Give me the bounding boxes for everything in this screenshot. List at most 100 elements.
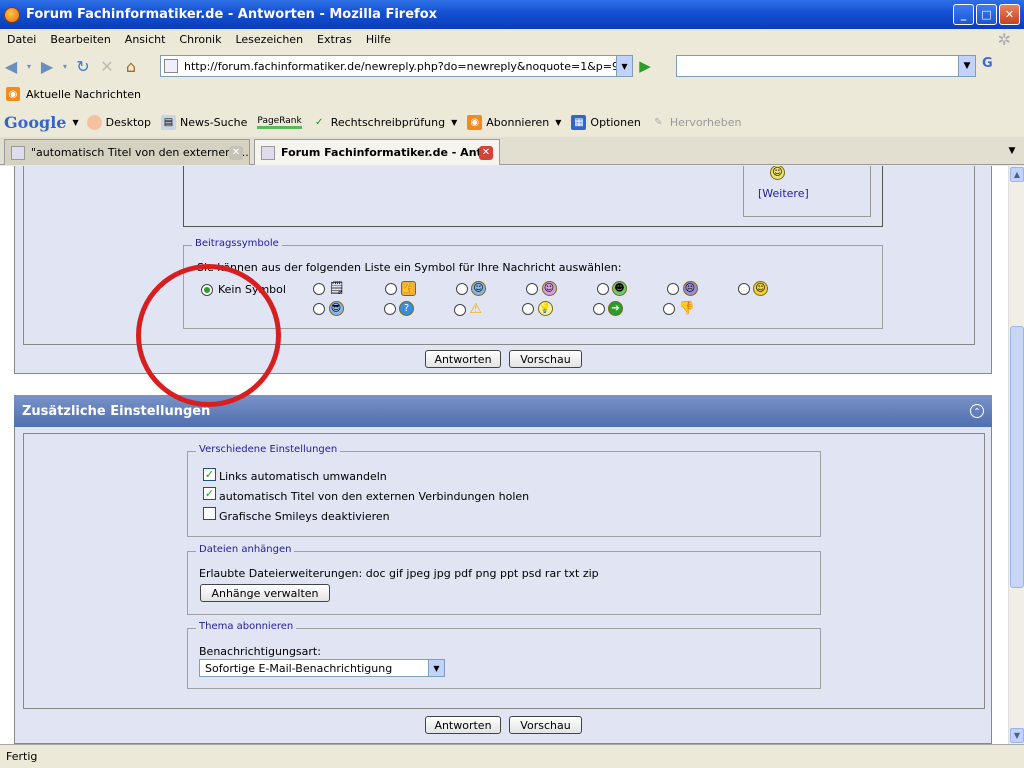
spellcheck-button[interactable]: ✓ Rechtschreibprüfung ▼ bbox=[312, 115, 457, 130]
menu-extras[interactable]: Extras bbox=[310, 33, 359, 46]
post-icons-fieldset: Beitragssymbole Sie können aus der folge… bbox=[183, 238, 883, 329]
post-icon-grin[interactable]: ☻ bbox=[596, 281, 628, 296]
google-dropdown-icon[interactable]: ▼ bbox=[72, 118, 78, 127]
post-icon-arrow[interactable]: ➔ bbox=[592, 301, 624, 317]
reload-icon[interactable]: ↻ bbox=[72, 55, 94, 77]
tab-forum-fachinformatiker[interactable]: Forum Fachinformatiker.de - Ant... ✕ bbox=[254, 139, 500, 165]
home-icon[interactable]: ⌂ bbox=[120, 55, 142, 77]
reply-button-bottom[interactable]: Antworten bbox=[425, 716, 501, 734]
post-icon-smile-purple[interactable]: ☺ bbox=[526, 281, 557, 296]
allowed-extensions: Erlaubte Dateierweiterungen: doc gif jpe… bbox=[199, 567, 599, 580]
post-icon-warning[interactable]: ⚠ bbox=[454, 301, 482, 317]
tab-automatisch-titel[interactable]: "automatisch Titel von den externen V...… bbox=[4, 139, 250, 165]
desktop-button[interactable]: Desktop bbox=[86, 114, 151, 130]
firefox-logo-icon bbox=[4, 6, 20, 23]
notification-type-select[interactable]: Sofortige E-Mail-Benachrichtigung ▼ bbox=[199, 659, 445, 677]
smilies-box: ☺ [Weitere] bbox=[743, 166, 871, 217]
post-icon-sad[interactable]: ☹ bbox=[667, 281, 698, 296]
label-links-auto: Links automatisch umwandeln bbox=[219, 470, 387, 483]
news-icon: ▤ bbox=[160, 114, 176, 130]
additional-settings-header: Zusätzliche Einstellungen ⌃ bbox=[14, 395, 992, 427]
subscribe-fieldset: Thema abonnieren Benachrichtigungsart: S… bbox=[187, 621, 821, 689]
options-button[interactable]: ▦ Optionen bbox=[571, 114, 641, 130]
misc-settings-fieldset: Verschiedene Einstellungen ✓ Links autom… bbox=[187, 444, 821, 537]
stop-icon[interactable]: ✕ bbox=[96, 55, 118, 77]
menu-chronik[interactable]: Chronik bbox=[172, 33, 228, 46]
chevron-down-icon[interactable]: ▼ bbox=[428, 660, 444, 676]
navigation-toolbar: ◀ ▾ ▶ ▾ ↻ ✕ ⌂ http://forum.fachinformati… bbox=[0, 52, 1024, 80]
forward-icon[interactable]: ▶ bbox=[36, 55, 58, 77]
menu-lesezeichen[interactable]: Lesezeichen bbox=[228, 33, 310, 46]
go-icon[interactable]: ▶ bbox=[634, 55, 656, 77]
collapse-icon[interactable]: ⌃ bbox=[970, 404, 984, 418]
preview-button-top[interactable]: Vorschau bbox=[509, 350, 582, 368]
search-input[interactable]: ▼ bbox=[676, 55, 976, 77]
attachments-legend: Dateien anhängen bbox=[196, 544, 295, 555]
scroll-thumb[interactable] bbox=[1010, 326, 1024, 588]
url-history-dropdown-icon[interactable]: ▼ bbox=[616, 55, 633, 77]
manage-attachments-button[interactable]: Anhänge verwalten bbox=[200, 584, 330, 602]
options-icon: ▦ bbox=[571, 114, 587, 130]
close-window-button[interactable]: ✕ bbox=[999, 4, 1020, 25]
post-icons-row-2: 😎 ? ⚠ 💡 ➔ 👎 bbox=[313, 301, 695, 317]
scroll-down-icon[interactable]: ▼ bbox=[1010, 728, 1024, 743]
menu-bar: Datei Bearbeiten Ansicht Chronik Lesezei… bbox=[0, 29, 1024, 49]
bookmarks-toolbar: ◉ Aktuelle Nachrichten bbox=[0, 83, 1024, 105]
radio-none[interactable] bbox=[201, 283, 213, 296]
forward-history-icon[interactable]: ▾ bbox=[60, 55, 70, 77]
tab-favicon-icon bbox=[11, 145, 25, 160]
vertical-scrollbar[interactable]: ▲ ▼ bbox=[1008, 166, 1024, 744]
subscribe-button[interactable]: ◉ Abonnieren ▼ bbox=[467, 114, 561, 130]
post-icon-happy[interactable]: ☺ bbox=[737, 281, 769, 296]
google-logo[interactable]: Google bbox=[4, 113, 66, 132]
preview-button-bottom[interactable]: Vorschau bbox=[509, 716, 582, 734]
menu-hilfe[interactable]: Hilfe bbox=[359, 33, 398, 46]
pagerank-indicator: PageRank bbox=[257, 116, 302, 129]
status-text: Fertig bbox=[6, 750, 38, 763]
back-history-icon[interactable]: ▾ bbox=[24, 55, 34, 77]
post-icon-question[interactable]: ? bbox=[383, 301, 414, 317]
google-toolbar: Google ▼ Desktop ▤ News-Suche PageRank ✓ R… bbox=[0, 109, 1024, 135]
reply-panel: ☺ [Weitere] Beitragssymbole Sie können a… bbox=[14, 166, 992, 374]
reply-button-top[interactable]: Antworten bbox=[425, 350, 501, 368]
highlight-button[interactable]: ✎ Hervorheben bbox=[651, 115, 741, 130]
post-icon-cool[interactable]: 😎 bbox=[313, 301, 344, 317]
desktop-icon bbox=[86, 114, 102, 130]
bookmark-aktuelle-nachrichten[interactable]: Aktuelle Nachrichten bbox=[26, 88, 141, 101]
scroll-up-icon[interactable]: ▲ bbox=[1010, 167, 1024, 182]
post-icon-wink[interactable]: ☺ bbox=[455, 281, 487, 296]
page-favicon-icon bbox=[164, 59, 178, 73]
url-bar[interactable]: http://forum.fachinformatiker.de/newrepl… bbox=[160, 55, 633, 77]
google-search-icon[interactable]: G bbox=[982, 56, 1012, 76]
spellcheck-icon: ✓ bbox=[315, 116, 324, 128]
close-tab-icon[interactable]: ✕ bbox=[229, 145, 243, 160]
maximize-button[interactable]: □ bbox=[976, 4, 997, 25]
smiley-icon[interactable]: ☺ bbox=[770, 166, 785, 180]
post-icon-thumbsup[interactable]: 👍 bbox=[385, 281, 416, 296]
post-icon-idea[interactable]: 💡 bbox=[522, 301, 553, 317]
back-icon[interactable]: ◀ bbox=[0, 55, 22, 77]
close-tab-icon[interactable]: ✕ bbox=[479, 145, 493, 160]
post-icon-none[interactable]: Kein Symbol bbox=[201, 283, 286, 296]
post-icon-note[interactable]: 🗒 bbox=[313, 281, 345, 296]
rss-feed-icon: ◉ bbox=[6, 87, 20, 101]
window-titlebar: Forum Fachinformatiker.de - Antworten - … bbox=[0, 0, 1024, 29]
menu-datei[interactable]: Datei bbox=[0, 33, 43, 46]
additional-settings-panel: Verschiedene Einstellungen ✓ Links autom… bbox=[14, 427, 992, 744]
tab-favicon-icon bbox=[261, 145, 275, 160]
news-search-button[interactable]: ▤ News-Suche bbox=[160, 114, 247, 130]
menu-ansicht[interactable]: Ansicht bbox=[118, 33, 173, 46]
throbber-icon: ✲ bbox=[997, 29, 1011, 49]
search-dropdown-icon[interactable]: ▼ bbox=[958, 56, 975, 76]
minimize-button[interactable]: _ bbox=[953, 4, 974, 25]
post-icon-thumbsdown[interactable]: 👎 bbox=[663, 301, 695, 317]
more-smilies-link[interactable]: [Weitere] bbox=[758, 187, 809, 200]
checkbox-links-auto[interactable]: ✓ bbox=[203, 468, 216, 481]
menu-bearbeiten[interactable]: Bearbeiten bbox=[43, 33, 117, 46]
tab-list-icon[interactable]: ▼ bbox=[1004, 143, 1020, 159]
window-title: Forum Fachinformatiker.de - Antworten - … bbox=[26, 7, 438, 22]
post-icons-row-1: 🗒 👍 ☺ ☺ ☻ ☹ ☺ bbox=[313, 281, 769, 296]
checkbox-auto-title[interactable]: ✓ bbox=[203, 487, 216, 500]
checkbox-disable-smilies[interactable] bbox=[203, 507, 216, 520]
label-disable-smilies: Grafische Smileys deaktivieren bbox=[219, 510, 390, 523]
